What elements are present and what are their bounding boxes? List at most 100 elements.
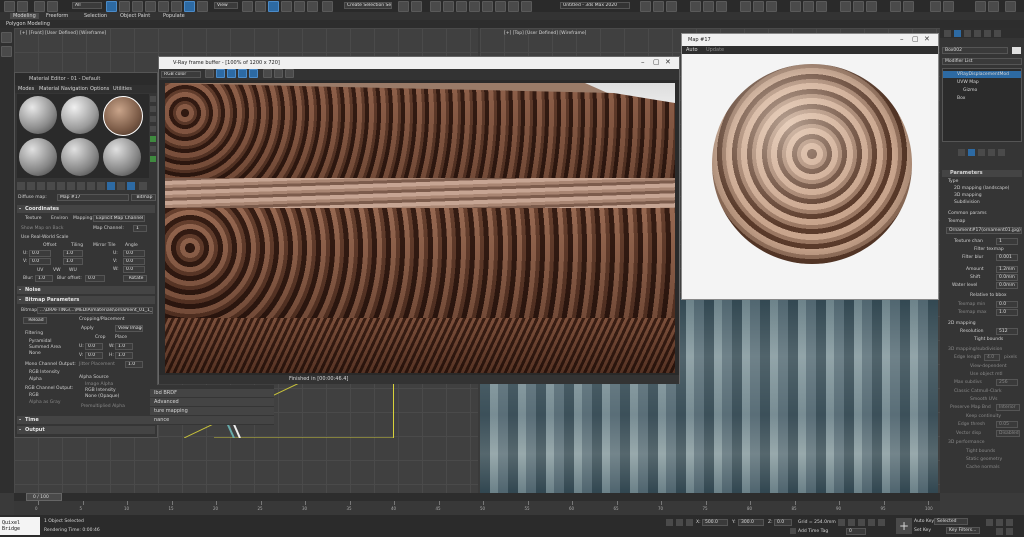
pivot-icon[interactable] — [242, 1, 253, 12]
rgb-intensity-radio[interactable]: RGB Intensity — [29, 370, 60, 375]
object-name-field[interactable]: Box002 — [942, 47, 1008, 54]
mono-icon[interactable] — [249, 69, 258, 78]
mapping-dropdown[interactable]: Explicit Map Channel — [93, 215, 145, 222]
render-icon[interactable] — [521, 1, 532, 12]
get-material-icon[interactable] — [17, 182, 25, 190]
bitmap-path-button[interactable]: ...\DRAFTING\...\MEDIA\materials\ornamen… — [37, 307, 153, 314]
make-preview-icon[interactable] — [150, 146, 156, 152]
map-close-icon[interactable]: ✕ — [924, 35, 930, 43]
rollout-advanced[interactable]: Advanced — [150, 398, 274, 406]
vray-mat-icon[interactable] — [890, 1, 901, 12]
stack-item-uvwmap[interactable]: UVW Map — [943, 79, 1021, 86]
sample-slot-4[interactable] — [19, 138, 57, 176]
type-3d-radio[interactable]: 3D mapping — [954, 193, 982, 198]
crop-u-field[interactable]: 0.0 — [85, 343, 103, 350]
auto-key-button[interactable]: Auto Key — [914, 519, 934, 524]
resolution-field[interactable]: 512 — [996, 328, 1018, 335]
u-angle-field[interactable]: 0.0 — [123, 250, 145, 257]
video-color-icon[interactable] — [150, 136, 156, 142]
amount-field[interactable]: 1.2mm — [996, 266, 1018, 273]
show-end-result-icon[interactable] — [107, 182, 115, 190]
alpha-as-gray-radio[interactable]: Alpha as Gray — [29, 400, 61, 405]
help-icon[interactable] — [988, 1, 999, 12]
map-sphere[interactable] — [712, 64, 912, 264]
parameters-rollout[interactable]: Parameters — [942, 170, 1022, 177]
rendered-frame-icon[interactable] — [508, 1, 519, 12]
vray-sun-icon[interactable] — [716, 1, 727, 12]
pin-stack-icon[interactable] — [958, 149, 965, 156]
put-library-icon[interactable] — [77, 182, 85, 190]
zoom-all-icon[interactable] — [996, 519, 1003, 526]
vray-scene-icon[interactable] — [853, 1, 864, 12]
texture-radio[interactable]: Texture — [25, 216, 41, 221]
viewport-right-label[interactable]: [+] [Top] [User Defined] [Wireframe] — [504, 31, 586, 36]
pyramidal-radio[interactable]: Pyramidal — [29, 339, 51, 344]
time-slider[interactable]: 0 / 100 — [14, 493, 940, 501]
rotate-icon[interactable] — [171, 1, 182, 12]
options-icon[interactable] — [150, 156, 156, 162]
stack-item-vraydisp[interactable]: VRayDisplacementMod — [943, 71, 1021, 78]
jitter-field[interactable]: 1.0 — [125, 361, 143, 368]
assign-material-icon[interactable] — [37, 182, 45, 190]
time-rollout[interactable]: Time — [17, 416, 155, 424]
select-manipulate-icon[interactable] — [255, 1, 266, 12]
filter-blur-field[interactable]: 0.001 — [996, 254, 1018, 261]
edit-named-sel-icon[interactable] — [322, 1, 333, 12]
configure-mod-icon[interactable] — [998, 149, 1005, 156]
preserve-map-dropdown[interactable]: Interior — [996, 404, 1020, 411]
none-opaque-radio[interactable]: None (Opaque) — [85, 394, 119, 399]
tight-bounds-2-check[interactable]: Tight bounds — [966, 449, 995, 454]
rollout-brdf[interactable]: lbd BRDF — [150, 389, 274, 397]
track-bar[interactable]: 0 5 10 15 20 25 30 35 40 45 50 55 60 65 70 75 80 85 90 95 10… — [14, 501, 940, 515]
bitmap-params-rollout[interactable]: Bitmap Parameters — [17, 296, 155, 304]
time-slider-thumb[interactable]: 0 / 100 — [26, 493, 62, 501]
sample-slot-6[interactable] — [103, 138, 141, 176]
premult-check[interactable]: Premultiplied Alpha — [81, 404, 125, 409]
v-offset-field[interactable]: 0.0 — [29, 258, 51, 265]
next-frame-icon[interactable] — [868, 519, 875, 526]
menu-utilities[interactable]: Utilities — [113, 86, 132, 92]
map-maximize-icon[interactable]: ▢ — [912, 35, 919, 43]
texture-chan-field[interactable]: 1 — [996, 238, 1018, 245]
snap-toggle-icon[interactable] — [268, 1, 279, 12]
pan-icon[interactable] — [1006, 519, 1013, 526]
set-key-icon[interactable]: + — [896, 518, 912, 534]
redo-icon[interactable] — [17, 1, 28, 12]
copy-material-icon[interactable] — [57, 182, 65, 190]
ribbon-toggle-icon[interactable] — [443, 1, 454, 12]
add-time-tag[interactable]: Add Time Tag — [798, 529, 828, 534]
tab-populate[interactable]: Populate — [163, 13, 185, 19]
tight-bounds-check[interactable]: Tight bounds — [974, 337, 1003, 342]
put-to-scene-icon[interactable] — [27, 182, 35, 190]
type-sub-radio[interactable]: Subdivision — [954, 200, 980, 205]
crop-w-field[interactable]: 1.0 — [115, 343, 133, 350]
w-angle-field[interactable]: 0.0 — [123, 266, 145, 273]
reset-map-icon[interactable] — [47, 182, 55, 190]
maximize-viewport-icon[interactable] — [1006, 528, 1013, 535]
mat-id-icon[interactable] — [87, 182, 95, 190]
go-parent-icon[interactable] — [117, 182, 125, 190]
modify-icon[interactable] — [1, 46, 12, 57]
v-angle-field[interactable]: 0.0 — [123, 258, 145, 265]
vray-clipper-icon[interactable] — [866, 1, 877, 12]
environ-radio[interactable]: Environ — [51, 216, 68, 221]
material-editor-icon[interactable] — [482, 1, 493, 12]
max-subdivs-field[interactable]: 256 — [996, 379, 1018, 386]
show-end-icon[interactable] — [968, 149, 975, 156]
zoom-icon[interactable] — [986, 519, 993, 526]
apply-check[interactable]: Apply — [81, 326, 94, 331]
vray-sphere-icon[interactable] — [790, 1, 801, 12]
u-offset-field[interactable]: 0.0 — [29, 250, 51, 257]
percent-snap-icon[interactable] — [294, 1, 305, 12]
map-name-field[interactable]: Map #17 — [57, 194, 129, 201]
vector-disp-dropdown[interactable]: Disabled — [996, 430, 1020, 437]
texmap-button[interactable]: Ornament#17(ornament01.jpg) — [946, 227, 1022, 234]
mirror-icon[interactable] — [398, 1, 409, 12]
modify-tab-icon[interactable] — [954, 30, 961, 37]
view-dropdown[interactable]: View — [214, 2, 238, 9]
output-rollout[interactable]: Output — [17, 426, 155, 434]
vray-ipr-icon[interactable] — [653, 1, 664, 12]
backlight-icon[interactable] — [150, 106, 156, 112]
curve-editor-icon[interactable] — [456, 1, 467, 12]
v-tiling-field[interactable]: 1.0 — [63, 258, 83, 265]
